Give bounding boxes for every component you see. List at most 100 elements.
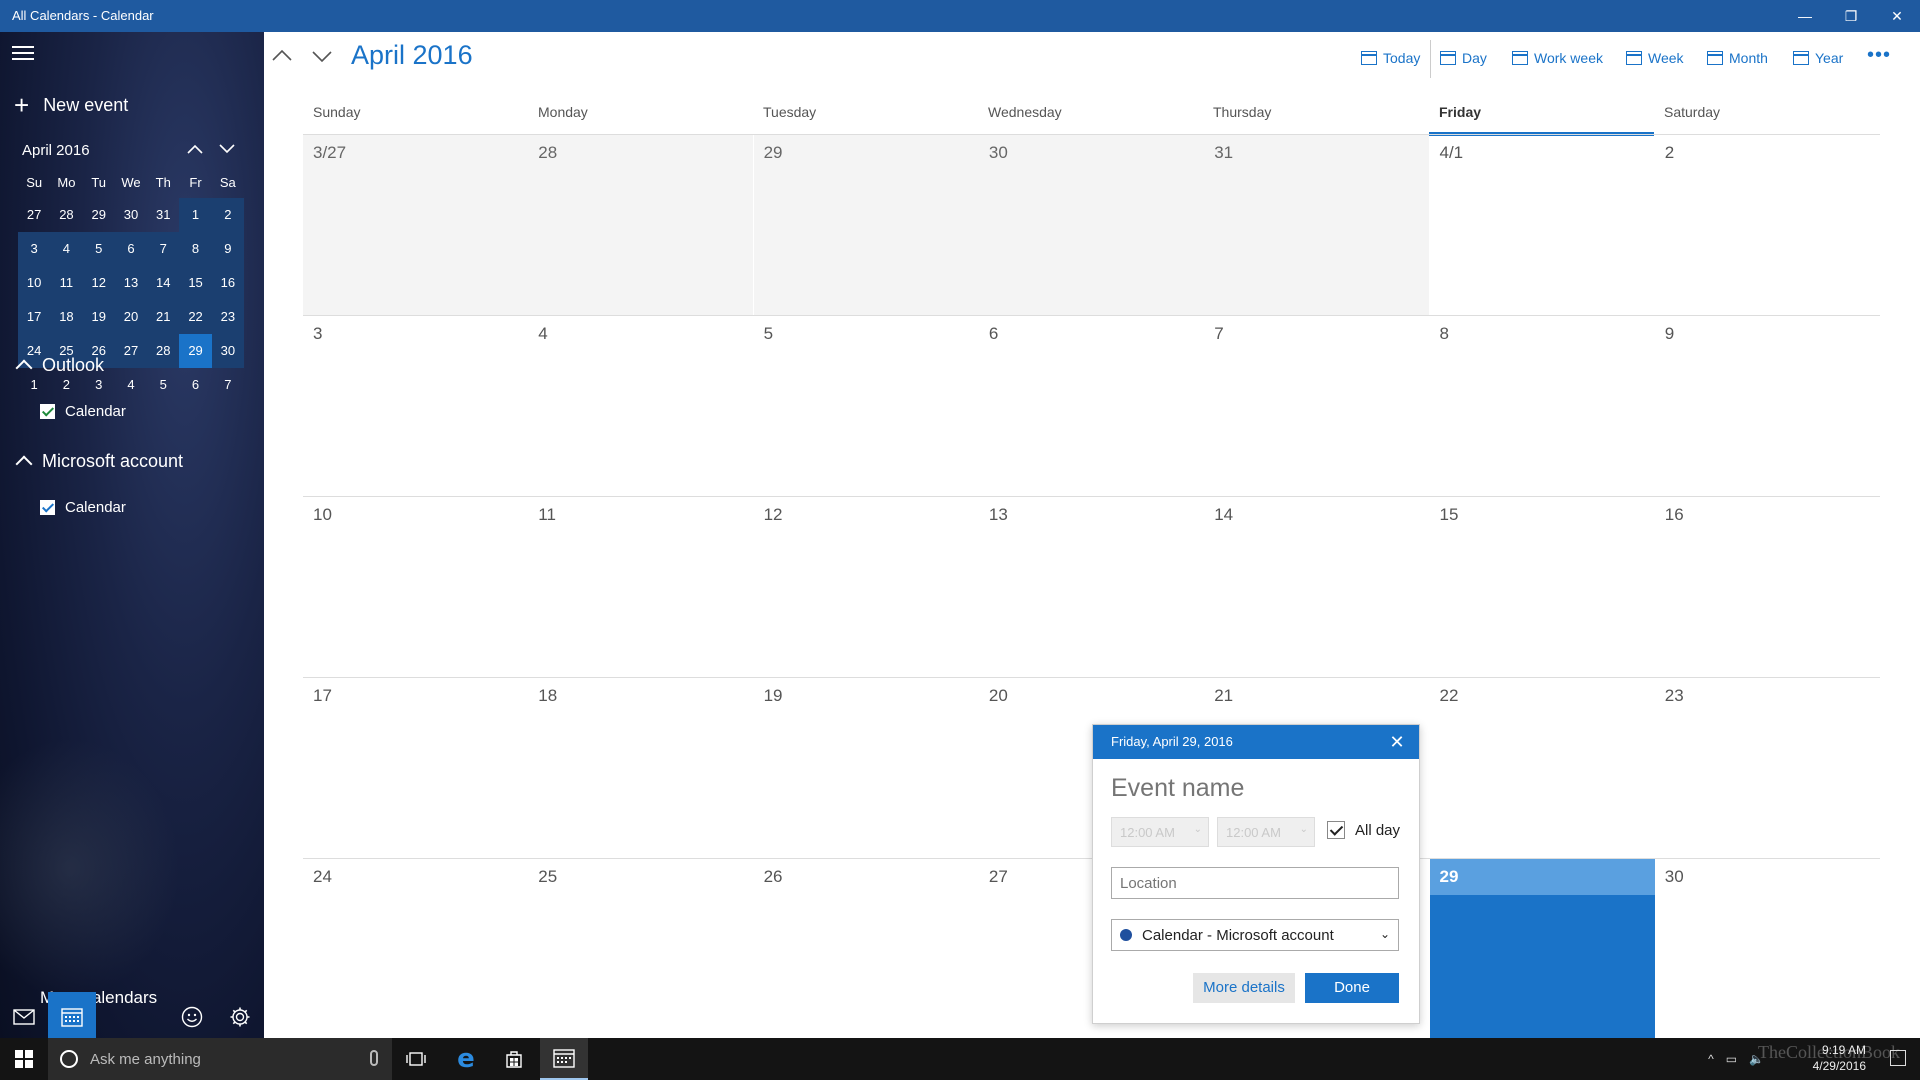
day-cell[interactable]: 2 — [1655, 135, 1880, 316]
task-view-icon[interactable] — [392, 1038, 440, 1080]
mini-calendar-day[interactable]: 28 — [147, 334, 180, 368]
month-title[interactable]: April 2016 — [351, 40, 473, 71]
clock[interactable]: 9:19 AM 4/29/2016 — [1813, 1042, 1866, 1074]
day-cell[interactable]: 8 — [1430, 316, 1655, 497]
week-view-button[interactable]: Week — [1626, 46, 1684, 70]
mini-calendar-day[interactable]: 3 — [18, 232, 51, 266]
day-cell[interactable]: 24 — [303, 859, 528, 1040]
settings-icon[interactable] — [216, 992, 264, 1038]
mini-calendar-day[interactable]: 23 — [211, 300, 244, 334]
mini-calendar-day[interactable]: 6 — [114, 232, 148, 266]
mini-calendar-day[interactable]: 11 — [50, 266, 83, 300]
day-cell[interactable]: 26 — [754, 859, 979, 1040]
mini-calendar-day[interactable]: 29 — [179, 334, 212, 368]
checkbox-icon[interactable] — [40, 403, 55, 419]
day-cell[interactable]: 22 — [1430, 678, 1655, 859]
work-week-view-button[interactable]: Work week — [1512, 46, 1603, 70]
day-view-button[interactable]: Day — [1440, 46, 1487, 70]
mini-calendar-day[interactable]: 4 — [50, 232, 83, 266]
end-time-select[interactable]: 12:00 AM ⌄ — [1217, 817, 1315, 847]
mini-calendar-day[interactable]: 21 — [147, 300, 180, 334]
close-window-button[interactable]: ✕ — [1874, 0, 1920, 32]
mini-calendar-previous-icon[interactable] — [183, 138, 207, 162]
day-cell[interactable]: 15 — [1430, 497, 1655, 678]
mini-calendar-month-label[interactable]: April 2016 — [22, 142, 90, 159]
mini-calendar-day[interactable]: 30 — [211, 334, 244, 368]
mini-calendar-day[interactable]: 5 — [147, 368, 179, 402]
mini-calendar-day[interactable]: 7 — [212, 368, 244, 402]
location-input[interactable] — [1111, 867, 1399, 899]
mini-calendar-day[interactable]: 17 — [18, 300, 51, 334]
mini-calendar-day[interactable]: 30 — [115, 198, 147, 232]
mini-calendar-day[interactable]: 6 — [179, 368, 211, 402]
group-microsoft-account-header[interactable]: Microsoft account — [14, 448, 183, 474]
day-cell[interactable]: 12 — [754, 497, 979, 678]
calendar-app-taskbar-icon[interactable] — [540, 1038, 588, 1080]
day-cell[interactable]: 23 — [1655, 678, 1880, 859]
day-cell[interactable]: 11 — [528, 497, 753, 678]
mini-calendar-day[interactable]: 29 — [83, 198, 115, 232]
day-cell[interactable]: 30 — [1655, 859, 1880, 1040]
calendar-icon[interactable] — [48, 992, 96, 1038]
day-cell[interactable]: 13 — [979, 497, 1204, 678]
hamburger-menu-icon[interactable] — [12, 46, 34, 60]
mini-calendar-day[interactable]: 27 — [18, 198, 50, 232]
day-cell[interactable]: 19 — [754, 678, 979, 859]
day-cell[interactable]: 6 — [979, 316, 1204, 497]
mini-calendar-day[interactable]: 19 — [82, 300, 115, 334]
mini-calendar-day[interactable]: 1 — [179, 198, 212, 232]
system-tray-icons[interactable]: ^ ▭ 🔈 — [1708, 1038, 1764, 1080]
year-view-button[interactable]: Year — [1793, 46, 1843, 70]
close-icon[interactable]: ✕ — [1387, 725, 1407, 759]
all-day-toggle[interactable]: All day — [1327, 821, 1400, 839]
edge-browser-icon[interactable]: e — [442, 1038, 490, 1080]
calendar-toggle-microsoft-account[interactable]: Calendar — [40, 496, 126, 518]
store-icon[interactable] — [490, 1038, 538, 1080]
day-cell[interactable]: 29 — [753, 135, 979, 316]
minimize-button[interactable]: — — [1782, 0, 1828, 32]
day-cell[interactable]: 7 — [1204, 316, 1429, 497]
day-cell[interactable]: 17 — [303, 678, 528, 859]
feedback-icon[interactable] — [168, 992, 216, 1038]
mini-calendar-day[interactable]: 28 — [50, 198, 82, 232]
mini-calendar-day[interactable]: 20 — [114, 300, 148, 334]
day-cell[interactable]: 10 — [303, 497, 528, 678]
mini-calendar-day[interactable]: 4 — [115, 368, 147, 402]
mini-calendar-day[interactable]: 16 — [211, 266, 244, 300]
group-outlook-header[interactable]: Outlook — [14, 352, 104, 378]
mini-calendar-day[interactable]: 12 — [82, 266, 115, 300]
previous-month-icon[interactable] — [270, 44, 298, 72]
day-cell[interactable]: 9 — [1655, 316, 1880, 497]
show-hidden-icons-icon[interactable]: ^ — [1708, 1052, 1714, 1066]
day-cell[interactable]: 3/27 — [303, 135, 528, 316]
checkbox-icon[interactable] — [1327, 821, 1345, 839]
mini-calendar-day[interactable]: 10 — [18, 266, 51, 300]
done-button[interactable]: Done — [1305, 973, 1399, 1003]
day-cell[interactable]: 4 — [528, 316, 753, 497]
day-cell[interactable]: 30 — [978, 135, 1204, 316]
restore-button[interactable]: ❐ — [1828, 0, 1874, 32]
windows-start-icon[interactable] — [0, 1038, 48, 1080]
mini-calendar-day[interactable]: 5 — [82, 232, 115, 266]
next-month-icon[interactable] — [310, 44, 338, 72]
calendar-select[interactable]: Calendar - Microsoft account ⌄ — [1111, 919, 1399, 951]
mini-calendar-day[interactable]: 18 — [50, 300, 83, 334]
mini-calendar-day[interactable]: 13 — [114, 266, 148, 300]
day-cell[interactable]: 25 — [528, 859, 753, 1040]
mini-calendar-day[interactable]: 27 — [114, 334, 148, 368]
month-view-button[interactable]: Month — [1707, 46, 1768, 70]
day-cell[interactable]: 18 — [528, 678, 753, 859]
new-event-button[interactable]: + New event — [14, 90, 128, 120]
day-cell[interactable]: 16 — [1655, 497, 1880, 678]
day-cell[interactable]: 4/1 — [1430, 135, 1655, 316]
mini-calendar-day[interactable]: 9 — [211, 232, 244, 266]
event-name-input[interactable] — [1111, 771, 1401, 805]
mini-calendar-next-icon[interactable] — [215, 138, 239, 162]
mini-calendar-day[interactable]: 7 — [147, 232, 180, 266]
mini-calendar-day[interactable]: 22 — [179, 300, 212, 334]
microphone-icon[interactable] — [370, 1050, 378, 1066]
day-cell[interactable]: 28 — [528, 135, 754, 316]
calendar-toggle-outlook[interactable]: Calendar — [40, 400, 126, 422]
more-options-icon[interactable]: ••• — [1867, 44, 1891, 67]
day-cell[interactable]: 31 — [1204, 135, 1430, 316]
